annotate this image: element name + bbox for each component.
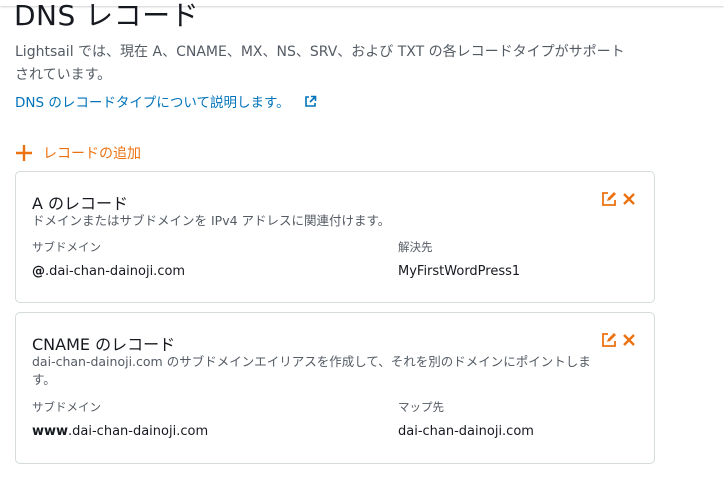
maps-to-value: dai-chan-dainoji.com bbox=[398, 424, 534, 439]
record-title: A のレコード bbox=[32, 194, 129, 213]
plus-icon bbox=[16, 145, 32, 161]
close-icon[interactable] bbox=[622, 192, 636, 206]
subdomain-label: サブドメイン bbox=[32, 240, 101, 254]
add-record-button[interactable]: レコードの追加 bbox=[15, 143, 141, 163]
record-card-cname: CNAME のレコード dai-chan-dainoji.com のサブドメイン… bbox=[15, 312, 655, 464]
edit-icon[interactable] bbox=[600, 331, 618, 349]
subdomain-label: サブドメイン bbox=[32, 400, 101, 414]
resolves-to-value: MyFirstWordPress1 bbox=[398, 264, 521, 279]
maps-to-label: マップ先 bbox=[398, 400, 444, 414]
record-description: dai-chan-dainoji.com のサブドメインエイリアスを作成して、そ… bbox=[32, 354, 591, 387]
external-link-icon bbox=[304, 95, 316, 107]
subdomain-value: www.dai-chan-dainoji.com bbox=[32, 424, 208, 439]
subdomain-domain: .dai-chan-dainoji.com bbox=[45, 264, 186, 279]
record-actions bbox=[600, 331, 636, 349]
subdomain-prefix: @ bbox=[32, 264, 45, 279]
page-description: Lightsail では、現在 A、CNAME、MX、NS、SRV、および TX… bbox=[15, 44, 625, 83]
page-title: DNS レコード bbox=[14, 0, 200, 32]
learn-more-link[interactable]: DNS のレコードタイプについて説明します。 bbox=[15, 91, 317, 111]
record-description: ドメインまたはサブドメインを IPv4 アドレスに関連付けます。 bbox=[32, 213, 391, 228]
subdomain-domain: .dai-chan-dainoji.com bbox=[68, 424, 209, 439]
add-record-label: レコードの追加 bbox=[43, 146, 141, 162]
record-actions bbox=[600, 190, 636, 208]
record-title: CNAME のレコード bbox=[32, 335, 176, 354]
learn-more-label: DNS のレコードタイプについて説明します。 bbox=[15, 95, 290, 111]
close-icon[interactable] bbox=[622, 333, 636, 347]
resolves-to-label: 解決先 bbox=[398, 240, 433, 254]
edit-icon[interactable] bbox=[600, 190, 618, 208]
record-card-a: A のレコード ドメインまたはサブドメインを IPv4 アドレスに関連付けます。… bbox=[15, 171, 655, 303]
subdomain-prefix: www bbox=[32, 424, 69, 439]
subdomain-value: @.dai-chan-dainoji.com bbox=[32, 264, 185, 279]
